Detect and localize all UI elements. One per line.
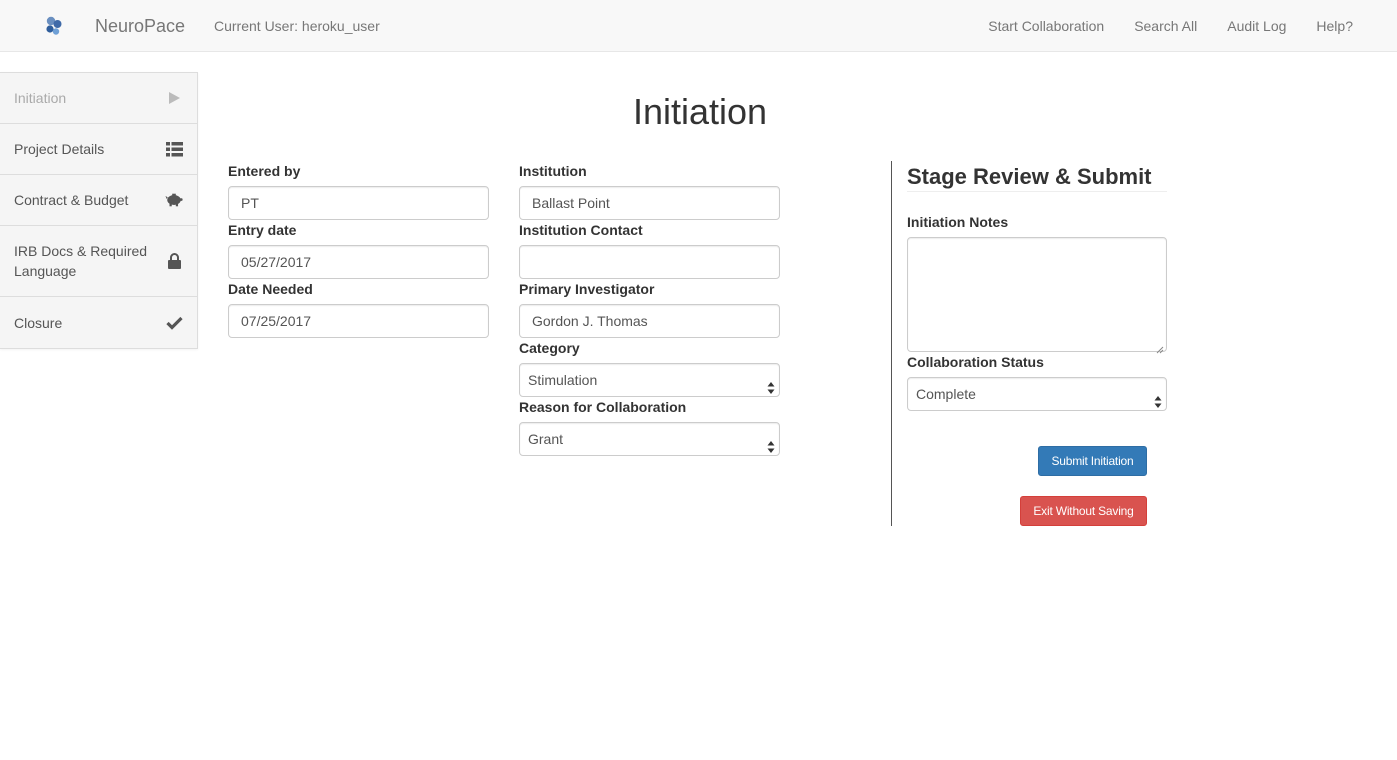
institution-contact-label: Institution Contact bbox=[519, 222, 643, 238]
vertical-divider bbox=[891, 161, 892, 526]
category-select[interactable]: Stimulation bbox=[519, 363, 780, 397]
sidebar-item-project-details[interactable]: Project Details bbox=[0, 124, 197, 175]
stage-sidebar: Initiation Project Details Contract & Bu… bbox=[0, 72, 198, 349]
primary-investigator-label: Primary Investigator bbox=[519, 281, 655, 297]
nav-link-start-collaboration[interactable]: Start Collaboration bbox=[988, 18, 1104, 34]
stage-review-title: Stage Review & Submit bbox=[907, 164, 1152, 189]
nav-link-search-all[interactable]: Search All bbox=[1134, 18, 1197, 34]
title-underline bbox=[907, 191, 1167, 192]
select-arrows-icon bbox=[767, 433, 775, 453]
category-selected-value: Stimulation bbox=[528, 372, 598, 388]
category-label: Category bbox=[519, 340, 580, 356]
reason-select[interactable]: Grant bbox=[519, 422, 780, 456]
current-user-text: Current User: heroku_user bbox=[214, 18, 380, 34]
select-arrows-icon bbox=[1154, 388, 1162, 408]
nav-links: Start Collaboration Search All Audit Log… bbox=[958, 18, 1353, 34]
status-selected-value: Complete bbox=[916, 386, 976, 402]
nav-link-audit-log[interactable]: Audit Log bbox=[1227, 18, 1286, 34]
institution-label: Institution bbox=[519, 163, 587, 179]
checkmark-icon bbox=[165, 314, 183, 332]
top-navbar: NeuroPace Current User: heroku_user Star… bbox=[0, 0, 1397, 52]
neuropace-logo-icon[interactable] bbox=[42, 14, 66, 38]
entry-date-input[interactable]: 05/27/2017 bbox=[228, 245, 489, 279]
collaboration-status-select[interactable]: Complete bbox=[907, 377, 1167, 411]
resize-grip-icon[interactable] bbox=[1156, 341, 1164, 354]
sidebar-item-irb-docs[interactable]: IRB Docs & Required Language bbox=[0, 226, 197, 297]
sidebar-item-initiation[interactable]: Initiation bbox=[0, 73, 197, 124]
entry-date-label: Entry date bbox=[228, 222, 297, 238]
initiation-notes-textarea[interactable] bbox=[907, 237, 1167, 354]
select-arrows-icon bbox=[767, 374, 775, 394]
exit-without-saving-button[interactable]: Exit Without Saving bbox=[1020, 496, 1147, 526]
sidebar-item-closure[interactable]: Closure bbox=[0, 297, 197, 348]
institution-input[interactable]: Ballast Point bbox=[519, 186, 780, 220]
entered-by-input[interactable]: PT bbox=[228, 186, 489, 220]
sidebar-item-contract-budget[interactable]: Contract & Budget bbox=[0, 175, 197, 226]
sidebar-item-label: Closure bbox=[14, 314, 63, 331]
sidebar-item-label: Contract & Budget bbox=[14, 192, 129, 208]
brand-name[interactable]: NeuroPace bbox=[95, 16, 185, 36]
date-needed-label: Date Needed bbox=[228, 281, 313, 297]
lock-icon bbox=[165, 252, 183, 270]
piggy-bank-icon bbox=[165, 191, 183, 209]
primary-investigator-input[interactable]: Gordon J. Thomas bbox=[519, 304, 780, 338]
entered-by-label: Entered by bbox=[228, 163, 301, 179]
sidebar-item-label: Project Details bbox=[14, 141, 105, 157]
nav-link-help[interactable]: Help? bbox=[1316, 18, 1353, 34]
reason-label: Reason for Collaboration bbox=[519, 399, 687, 415]
institution-contact-input[interactable] bbox=[519, 245, 780, 279]
page-title: Initiation bbox=[632, 91, 768, 132]
sidebar-item-label: Initiation bbox=[14, 90, 67, 106]
reason-selected-value: Grant bbox=[528, 431, 564, 447]
list-icon bbox=[165, 140, 183, 158]
submit-initiation-button[interactable]: Submit Initiation bbox=[1038, 446, 1147, 476]
sidebar-item-label: IRB Docs & Required Language bbox=[14, 243, 148, 279]
play-icon bbox=[165, 89, 183, 107]
collaboration-status-label: Collaboration Status bbox=[907, 354, 1044, 370]
initiation-notes-label: Initiation Notes bbox=[907, 214, 1009, 230]
date-needed-input[interactable]: 07/25/2017 bbox=[228, 304, 489, 338]
